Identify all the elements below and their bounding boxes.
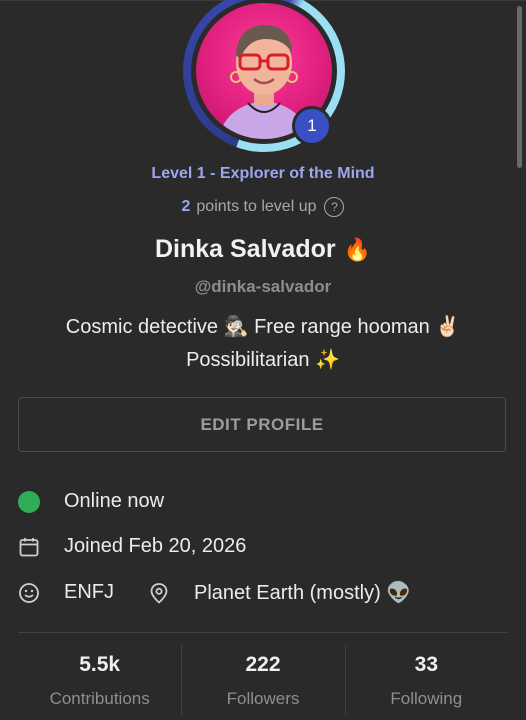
display-name: Dinka Salvador bbox=[154, 235, 336, 263]
stat-label: Contributions bbox=[49, 689, 150, 708]
bio: Cosmic detective 🕵🏻 Free range hooman ✌🏻… bbox=[30, 311, 496, 377]
stats-divider bbox=[18, 632, 508, 633]
online-status-dot bbox=[18, 490, 40, 513]
avatar[interactable]: 1 bbox=[183, 0, 345, 152]
joined-row: Joined Feb 20, 2026 bbox=[18, 535, 246, 558]
location-text: Planet Earth (mostly) 👽 bbox=[194, 582, 412, 604]
points-value: 2 bbox=[181, 198, 191, 215]
joined-date: Joined Feb 20, 2026 bbox=[64, 535, 247, 557]
stat-value: 5.5k bbox=[79, 653, 121, 676]
fire-icon: 🔥 bbox=[343, 236, 372, 262]
stat-label: Following bbox=[390, 689, 463, 708]
bio-line: Cosmic detective 🕵🏻 Free range hooman ✌🏻 bbox=[65, 316, 461, 338]
stat-following[interactable]: 33 Following bbox=[344, 645, 508, 720]
username: @dinka-salvador bbox=[194, 277, 332, 296]
level-title[interactable]: Level 1 - Explorer of the Mind bbox=[0, 165, 526, 183]
stat-value: 33 bbox=[414, 653, 438, 676]
scrollbar[interactable] bbox=[517, 6, 522, 168]
profile-name-row: Dinka Salvador 🔥 bbox=[0, 235, 526, 264]
level-badge: 1 bbox=[292, 106, 332, 146]
online-status-row: Online now bbox=[18, 490, 164, 513]
personality-type: ENFJ bbox=[64, 581, 114, 603]
help-circle-icon[interactable]: ? bbox=[324, 197, 345, 217]
profile-stats: 5.5k Contributions 222 Followers 33 Foll… bbox=[18, 645, 508, 720]
online-status-text: Online now bbox=[64, 490, 165, 512]
points-label: points to level up bbox=[196, 198, 317, 215]
stat-value: 222 bbox=[245, 653, 281, 676]
calendar-icon bbox=[18, 536, 40, 558]
stat-contributions[interactable]: 5.5k Contributions bbox=[18, 645, 181, 720]
stat-followers[interactable]: 222 Followers bbox=[181, 645, 344, 720]
points-to-level-up: 2 points to level up ? bbox=[0, 197, 526, 217]
details-row: ENFJ Planet Earth (mostly) 👽 bbox=[18, 580, 411, 605]
stat-label: Followers bbox=[226, 689, 300, 708]
bio-line: Possibilitarian ✨ bbox=[186, 349, 340, 371]
edit-profile-button[interactable]: EDIT PROFILE bbox=[18, 397, 506, 452]
smiley-icon bbox=[18, 582, 40, 604]
map-pin-icon bbox=[148, 582, 170, 604]
